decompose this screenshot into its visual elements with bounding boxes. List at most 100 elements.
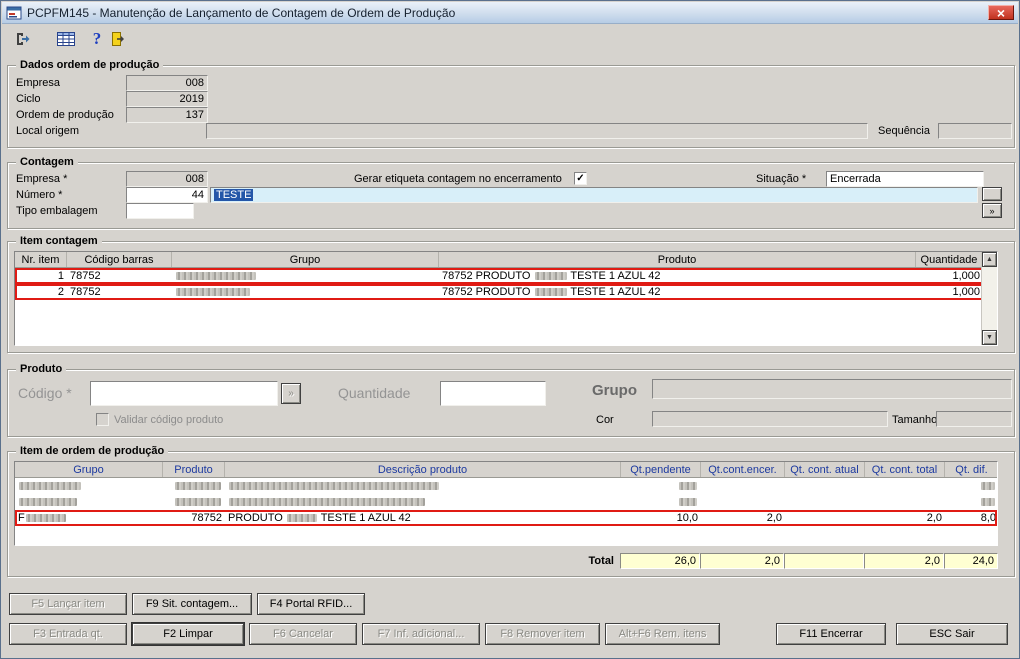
local-origem-field: [206, 123, 868, 139]
tamanho-label: Tamanho: [892, 414, 938, 426]
gerar-etiqueta-checkbox[interactable]: ✓: [574, 172, 587, 185]
f5-lancar-item-button: F5 Lançar item: [9, 593, 127, 615]
column-header-qt-cont-total[interactable]: Qt. cont. total: [865, 462, 945, 477]
item-contagem-group: Item contagem Nr. item Código barras Grupo…: [7, 235, 1015, 353]
cell-text: PRODUTO: [228, 512, 286, 524]
column-header-nr-item[interactable]: Nr. item: [15, 252, 67, 267]
redacted-text: [19, 482, 81, 490]
grupo-field: [652, 379, 1012, 399]
codigo-field[interactable]: [90, 381, 278, 406]
close-button[interactable]: ×: [988, 5, 1014, 20]
cell-text: 2,0: [766, 512, 782, 524]
app-window: PCPFM145 - Manutenção de Lançamento de C…: [0, 0, 1020, 659]
ordem-producao-field: 137: [126, 107, 208, 123]
column-header-descricao-produto[interactable]: Descrição produto: [225, 462, 621, 477]
empresa-field: 008: [126, 75, 208, 91]
grupo-label: Grupo: [592, 382, 637, 399]
f4-portal-rfid-button[interactable]: F4 Portal RFID...: [257, 593, 365, 615]
esc-sair-button[interactable]: ESC Sair: [896, 623, 1008, 645]
cell-text: TESTE 1 AZUL 42: [567, 270, 661, 282]
column-header-grupo[interactable]: Grupo: [15, 462, 163, 477]
quantidade-field[interactable]: [440, 381, 546, 406]
tipo-embalagem-label: Tipo embalagem: [16, 205, 98, 217]
button-row-2: F3 Entrada qt. F2 Limpar F6 Cancelar F7 Inf…: [9, 622, 720, 646]
f2-limpar-button[interactable]: F2 Limpar: [131, 622, 245, 646]
numero-field[interactable]: 44: [126, 187, 208, 203]
vertical-scrollbar[interactable]: ▲ ▼: [981, 252, 997, 345]
item-contagem-table: Nr. item Código barras Grupo Produto Quantid…: [14, 251, 998, 346]
item-op-table-body: F 78752 PRODUTO TESTE 1 AZUL 42 10,0 2,0 2,0 8…: [15, 478, 997, 526]
scroll-up-button[interactable]: ▲: [982, 252, 997, 267]
cell-text: 10,0: [676, 512, 698, 524]
cell-text: 2: [57, 286, 64, 298]
cell-text: F: [18, 512, 25, 524]
contagem-empresa-field: 008: [126, 171, 208, 187]
total-label: Total: [588, 555, 614, 567]
close-icon: ×: [996, 4, 1006, 21]
total-cell: 2,0: [700, 553, 784, 569]
redacted-text: [286, 514, 317, 522]
group-title-produto: Produto: [16, 363, 67, 375]
f6-cancelar-button: F6 Cancelar: [249, 623, 357, 645]
total-cell: 26,0: [620, 553, 700, 569]
cell-text: TESTE 1 AZUL 42: [567, 286, 661, 298]
exit-toolbar-button[interactable]: [10, 27, 34, 51]
grid-toolbar-button[interactable]: [54, 27, 78, 51]
window-title: PCPFM145 - Manutenção de Lançamento de C…: [27, 5, 456, 20]
column-header-grupo[interactable]: Grupo: [172, 252, 439, 267]
item-contagem-table-header: Nr. item Código barras Grupo Produto Quantid…: [15, 252, 997, 268]
situacao-combo[interactable]: Encerrada: [826, 171, 984, 187]
selected-text: TESTE: [214, 189, 254, 201]
redacted-text: [176, 288, 250, 296]
tamanho-field: [936, 411, 1012, 427]
total-cell: 2,0: [864, 553, 944, 569]
f9-sit-contagem-button[interactable]: F9 Sit. contagem...: [132, 593, 252, 615]
cor-field: [652, 411, 888, 427]
toolbar: ?: [2, 25, 1018, 53]
cell-text: 8,0: [980, 512, 996, 524]
cell-text: 78752: [191, 512, 222, 524]
total-row: 26,0 2,0 2,0 24,0: [620, 553, 998, 569]
numero-label: Número *: [16, 189, 63, 201]
column-header-codigo-barras[interactable]: Código barras: [67, 252, 172, 267]
contagem-descricao-field[interactable]: TESTE: [210, 187, 978, 203]
table-row[interactable]: [15, 494, 997, 510]
item-op-table: Grupo Produto Descrição produto Qt.pendente…: [14, 461, 998, 546]
table-row[interactable]: [15, 478, 997, 494]
cor-label: Cor: [596, 414, 614, 426]
column-header-qt-cont-atual[interactable]: Qt. cont. atual: [785, 462, 865, 477]
scroll-down-button[interactable]: ▼: [982, 330, 997, 345]
column-header-qt-pendente[interactable]: Qt.pendente: [621, 462, 701, 477]
column-header-qt-cont-encer[interactable]: Qt.cont.encer.: [701, 462, 785, 477]
validar-codigo-checkbox: [96, 413, 109, 426]
codigo-expand-button: »: [281, 383, 301, 404]
column-header-quantidade[interactable]: Quantidade: [916, 252, 983, 267]
table-row[interactable]: 2 78752 78752 PRODUTO TESTE 1 AZUL 42 1,000: [15, 284, 997, 300]
ciclo-label: Ciclo: [16, 93, 41, 105]
table-row[interactable]: F 78752 PRODUTO TESTE 1 AZUL 42 10,0 2,0 2,0 8…: [15, 510, 997, 526]
redacted-text: [679, 498, 697, 506]
sequencia-label: Sequência: [878, 125, 930, 137]
group-title-item-op: Item de ordem de produção: [16, 445, 169, 457]
column-header-qt-dif[interactable]: Qt. dif.: [945, 462, 997, 477]
ciclo-field: 2019: [126, 91, 208, 107]
ordem-producao-label: Ordem de produção: [16, 109, 114, 121]
expand-button[interactable]: »: [982, 203, 1002, 218]
exit-icon: [16, 33, 29, 45]
column-header-produto[interactable]: Produto: [439, 252, 916, 267]
redacted-text: [981, 482, 995, 490]
redacted-text: [679, 482, 697, 490]
table-row[interactable]: 1 78752 78752 PRODUTO TESTE 1 AZUL 42 1,000: [15, 268, 997, 284]
tipo-embalagem-field[interactable]: [126, 203, 194, 219]
f7-inf-adicional-button: F7 Inf. adicional...: [362, 623, 480, 645]
f11-encerrar-button[interactable]: F11 Encerrar: [776, 623, 886, 645]
alt-f6-rem-itens-button: Alt+F6 Rem. itens: [605, 623, 720, 645]
group-title-item-contagem: Item contagem: [16, 235, 102, 247]
detail-button: [982, 187, 1002, 201]
column-header-produto[interactable]: Produto: [163, 462, 225, 477]
situacao-label: Situação *: [756, 173, 807, 185]
logout-toolbar-button[interactable]: [106, 27, 130, 51]
f8-remover-item-button: F8 Remover item: [485, 623, 600, 645]
total-cell: [784, 553, 864, 569]
dados-op-group: Dados ordem de produção Empresa 008 Cicl…: [7, 59, 1015, 148]
